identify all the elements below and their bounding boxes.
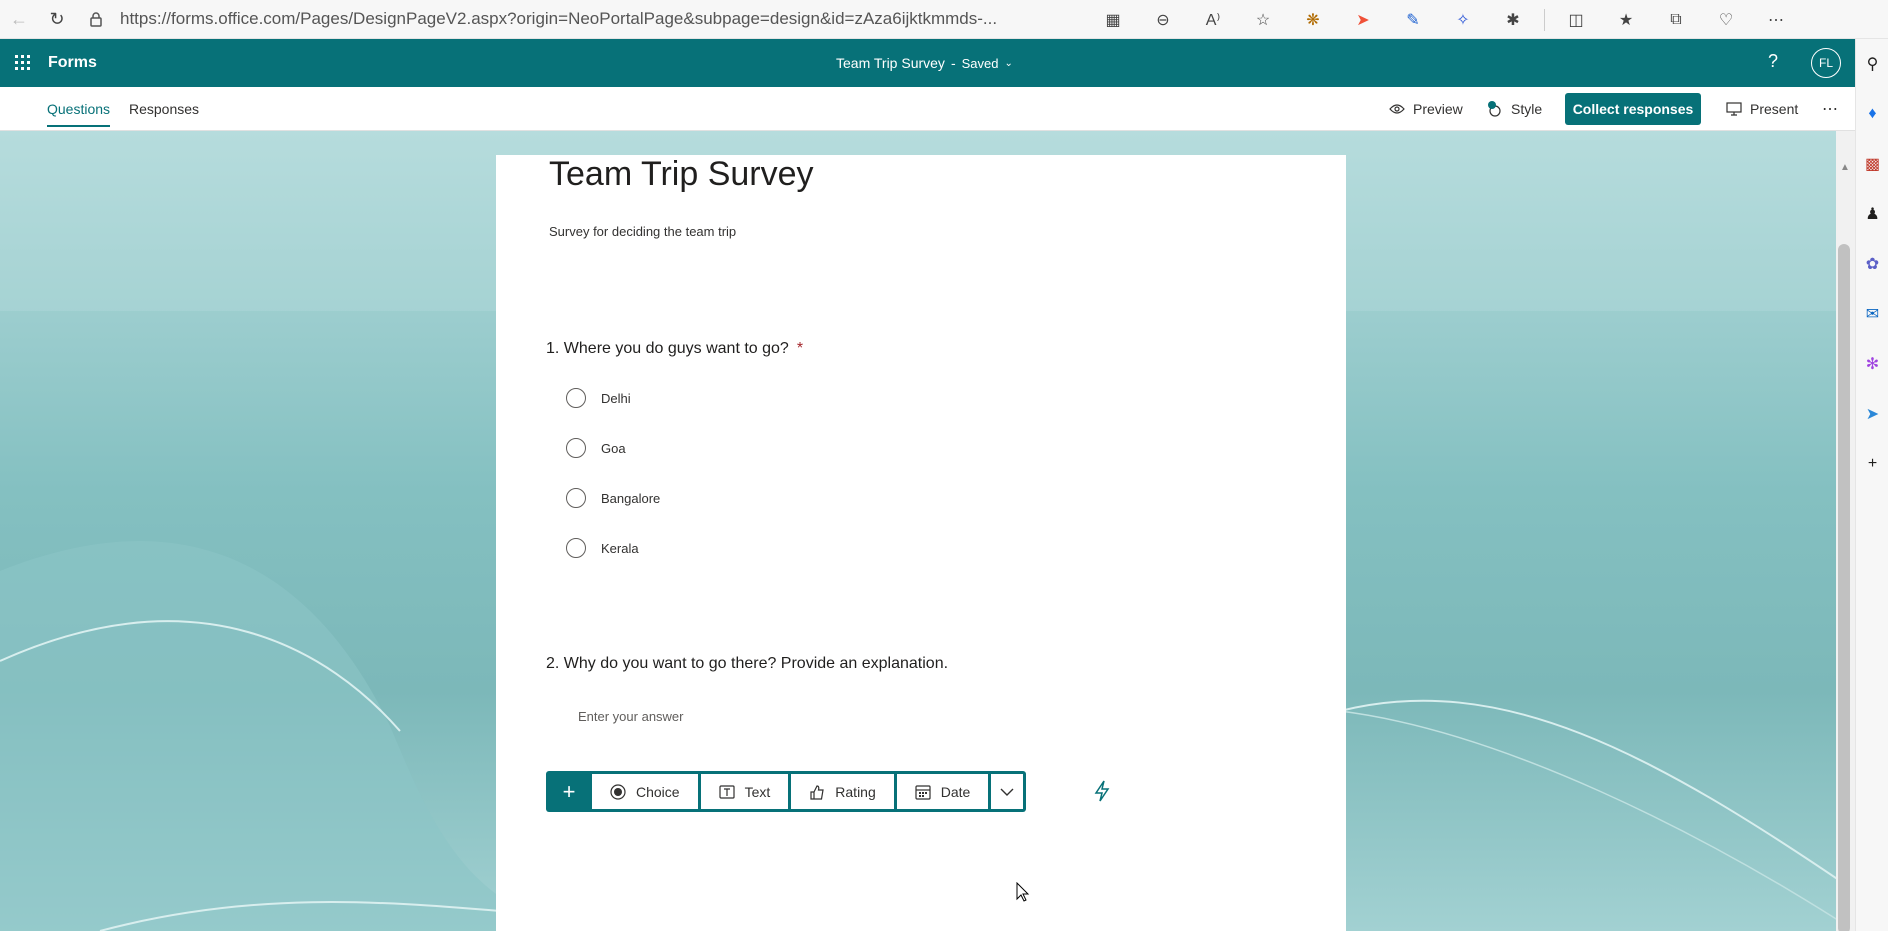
avatar[interactable]: FL [1811, 48, 1841, 78]
choice-option[interactable]: Bangalore [566, 486, 660, 510]
answer-input[interactable]: Enter your answer [578, 709, 684, 724]
add-question-bar: + Choice Text Rating Date [546, 771, 1027, 812]
app-name[interactable]: Forms [48, 54, 97, 72]
rating-label: Rating [835, 783, 876, 800]
add-question-button[interactable]: + [549, 774, 589, 809]
help-icon[interactable]: ? [1768, 51, 1778, 72]
browser-essentials-icon[interactable]: ♡ [1703, 5, 1749, 35]
ellipsis-icon[interactable]: ⋯ [1822, 87, 1838, 131]
mouse-cursor-icon [1016, 882, 1030, 902]
zoom-out-icon[interactable]: ⊖ [1140, 5, 1186, 35]
monitor-icon [1726, 102, 1742, 116]
radio-icon[interactable] [566, 488, 586, 508]
designer-icon[interactable]: ✻ [1856, 339, 1888, 389]
scroll-up-arrow-icon[interactable]: ▲ [1838, 162, 1852, 176]
chevron-down-icon [1000, 788, 1014, 796]
search-icon[interactable]: ⚲ [1856, 39, 1888, 89]
extension-picker-icon[interactable]: ✎ [1390, 5, 1436, 35]
favorites-icon[interactable]: ★ [1603, 5, 1649, 35]
calendar-icon [915, 784, 931, 800]
preview-button[interactable]: Preview [1389, 87, 1463, 131]
outlook-icon[interactable]: ✉ [1856, 289, 1888, 339]
document-title: Team Trip Survey [836, 55, 945, 71]
radio-icon[interactable] [566, 388, 586, 408]
lightning-icon[interactable] [1093, 780, 1111, 802]
present-label: Present [1750, 101, 1799, 117]
choice-option[interactable]: Delhi [566, 386, 631, 410]
choice-label: Choice [636, 783, 680, 800]
collections-icon[interactable]: ⧉ [1653, 5, 1699, 35]
edge-sidebar: ⚲ ♦ ▩ ♟ ✿ ✉ ✻ ➤ + [1855, 39, 1888, 931]
add-rating-button[interactable]: Rating [791, 774, 894, 809]
scrollbar-thumb[interactable] [1838, 244, 1850, 931]
question-2-text: 2. Why do you want to go there? Provide … [546, 655, 949, 672]
app-launcher-icon[interactable] [0, 39, 46, 87]
form-card: Team Trip Survey Survey for deciding the… [496, 155, 1346, 931]
save-status: Saved [961, 55, 999, 71]
title-separator: - [950, 55, 956, 71]
radio-icon [610, 783, 626, 800]
choice-option[interactable]: Goa [566, 436, 626, 460]
browser-toolbar: ← ↻ https://forms.office.com/Pages/Desig… [0, 0, 1888, 39]
date-label: Date [940, 783, 971, 800]
eye-icon [1389, 104, 1405, 114]
browser-extension-icons: ▦ ⊖ A⁾ ☆ ❋ ➤ ✎ ✧ ✱ ◫ ★ ⧉ ♡ ⋯ [1090, 0, 1799, 39]
favorite-star-icon[interactable]: ☆ [1240, 5, 1286, 35]
chevron-down-icon: ⌄ [1004, 57, 1013, 69]
read-aloud-icon[interactable]: A⁾ [1190, 5, 1236, 35]
radio-icon[interactable] [566, 438, 586, 458]
extension-bug-icon[interactable]: ❋ [1290, 5, 1336, 35]
split-screen-icon[interactable]: ◫ [1553, 5, 1599, 35]
lock-icon [90, 12, 102, 27]
add-text-button[interactable]: Text [700, 774, 789, 809]
palette-icon [1488, 101, 1501, 117]
collect-responses-button[interactable]: Collect responses [1565, 93, 1701, 125]
preview-label: Preview [1413, 101, 1463, 117]
extension-swift-icon[interactable]: ➤ [1340, 5, 1386, 35]
tab-questions[interactable]: Questions [47, 87, 111, 131]
add-date-button[interactable]: Date [896, 774, 989, 809]
question-1-title[interactable]: 1. Where you do guys want to go? * [546, 340, 803, 358]
required-mark: * [796, 340, 804, 357]
text-box-icon [718, 784, 735, 799]
thumb-icon [810, 784, 824, 800]
app-header: Forms Team Trip Survey - Saved ⌄ ? FL [0, 39, 1855, 87]
document-title-menu[interactable]: Team Trip Survey - Saved ⌄ [836, 39, 1013, 87]
form-title[interactable]: Team Trip Survey [549, 155, 814, 194]
option-label: Delhi [601, 390, 631, 406]
shopping-tag-icon[interactable]: ♦ [1856, 89, 1888, 139]
choice-option[interactable]: Kerala [566, 536, 639, 560]
option-label: Goa [601, 440, 626, 456]
extension-flame-icon[interactable]: ✧ [1440, 5, 1486, 35]
url-text: https://forms.office.com/Pages/DesignPag… [120, 9, 998, 28]
people-icon[interactable]: ♟ [1856, 189, 1888, 239]
app-available-icon[interactable]: ▦ [1090, 5, 1136, 35]
style-label: Style [1511, 101, 1543, 117]
tools-briefcase-icon[interactable]: ▩ [1856, 139, 1888, 189]
form-description[interactable]: Survey for deciding the team trip [549, 224, 736, 239]
address-bar[interactable]: https://forms.office.com/Pages/DesignPag… [88, 4, 1018, 34]
send-icon[interactable]: ➤ [1856, 389, 1888, 439]
extensions-puzzle-icon[interactable]: ✱ [1490, 5, 1536, 35]
refresh-icon[interactable]: ↻ [38, 4, 76, 34]
sub-navigation: Questions Responses Preview Style Collec… [0, 87, 1855, 131]
present-button[interactable]: Present [1726, 87, 1798, 131]
option-label: Kerala [601, 540, 639, 556]
more-question-types-button[interactable] [991, 774, 1024, 809]
toolbar-divider [1544, 8, 1545, 31]
option-label: Bangalore [601, 490, 661, 506]
question-1-text: 1. Where you do guys want to go? [546, 340, 789, 357]
style-button[interactable]: Style [1487, 87, 1542, 131]
back-arrow-icon[interactable]: ← [0, 4, 38, 34]
tab-responses[interactable]: Responses [129, 87, 199, 131]
add-choice-button[interactable]: Choice [592, 774, 698, 809]
settings-more-icon[interactable]: ⋯ [1753, 5, 1799, 35]
radio-icon[interactable] [566, 538, 586, 558]
office-icon[interactable]: ✿ [1856, 239, 1888, 289]
question-2-title[interactable]: 2. Why do you want to go there? Provide … [546, 655, 948, 673]
text-label: Text [744, 783, 771, 800]
add-sidebar-app-icon[interactable]: + [1856, 439, 1888, 489]
